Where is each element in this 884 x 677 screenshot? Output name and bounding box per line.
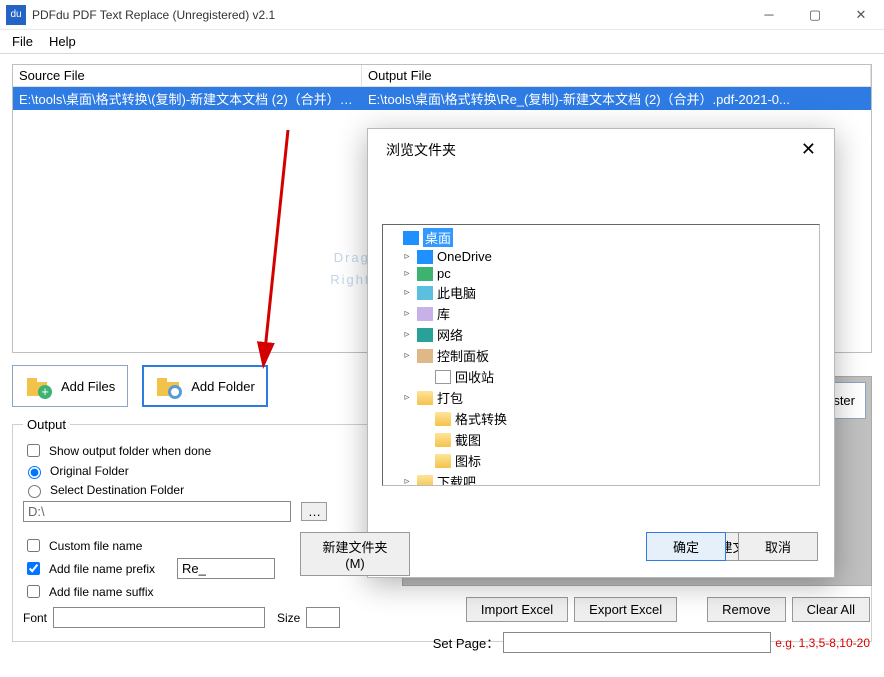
clear-all-button[interactable]: Clear All [792, 597, 870, 622]
import-excel-button[interactable]: Import Excel [466, 597, 568, 622]
add-prefix-checkbox[interactable] [27, 562, 40, 575]
custom-name-checkbox[interactable] [27, 539, 40, 552]
control-panel-icon [417, 349, 433, 363]
minimize-button[interactable]: ─ [746, 0, 792, 30]
select-destination-label: Select Destination Folder [50, 483, 184, 497]
add-prefix-label: Add file name prefix [49, 562, 171, 576]
table-row[interactable]: E:\tools\桌面\格式转换\(复制)-新建文本文档 (2)（合并）.pdf… [13, 87, 871, 110]
prefix-input[interactable] [177, 558, 275, 579]
size-input[interactable] [306, 607, 340, 628]
menu-file[interactable]: File [4, 32, 41, 51]
user-icon [417, 267, 433, 281]
font-input[interactable] [53, 607, 265, 628]
folder-icon [417, 391, 433, 405]
browse-folder-dialog: 浏览文件夹 ✕ 桌面 ▹OneDrive ▹pc ▹此电脑 ▹库 ▹网络 ▹控制… [367, 128, 835, 578]
menu-help[interactable]: Help [41, 32, 84, 51]
new-folder-button[interactable]: 新建文件夹(M) [300, 532, 410, 576]
show-output-folder-checkbox[interactable] [27, 444, 40, 457]
tree-node-folder[interactable]: ▹下载吧 [383, 471, 819, 486]
tree-node-control-panel[interactable]: ▹控制面板 [383, 345, 819, 366]
cancel-button[interactable]: 取消 [738, 532, 818, 561]
ok-button[interactable]: 确定 [646, 532, 726, 561]
close-button[interactable]: ✕ [838, 0, 884, 30]
desktop-icon [403, 231, 419, 245]
cell-source: E:\tools\桌面\格式转换\(复制)-新建文本文档 (2)（合并）.pdf… [13, 87, 362, 110]
folder-icon [435, 454, 451, 468]
destination-path-input[interactable] [23, 501, 291, 522]
folder-icon [435, 433, 451, 447]
original-folder-label: Original Folder [50, 464, 129, 478]
cell-output: E:\tools\桌面\格式转换\Re_(复制)-新建文本文档 (2)（合并）.… [362, 87, 871, 110]
tree-node-this-pc[interactable]: ▹此电脑 [383, 282, 819, 303]
add-files-label: Add Files [61, 379, 115, 394]
add-suffix-checkbox[interactable] [27, 585, 40, 598]
table-header: Source File Output File [13, 65, 871, 87]
add-files-icon: + [25, 372, 53, 400]
set-page-label: Set Page： [433, 633, 500, 652]
tree-node-folder[interactable]: 图标 [383, 450, 819, 471]
header-source-file[interactable]: Source File [13, 65, 362, 87]
tree-node-folder[interactable]: 格式转换 [383, 408, 819, 429]
browse-destination-button[interactable]: … [301, 502, 327, 521]
library-icon [417, 307, 433, 321]
network-icon [417, 328, 433, 342]
tree-node-libraries[interactable]: ▹库 [383, 303, 819, 324]
tree-node-folder[interactable]: ▹打包 [383, 387, 819, 408]
titlebar: du PDFdu PDF Text Replace (Unregistered)… [0, 0, 884, 30]
add-folder-button[interactable]: Add Folder [142, 365, 268, 407]
add-folder-icon [155, 372, 183, 400]
export-excel-button[interactable]: Export Excel [574, 597, 677, 622]
set-page-hint: e.g. 1,3,5-8,10-20 [775, 636, 870, 650]
add-files-button[interactable]: + Add Files [12, 365, 128, 407]
svg-text:+: + [41, 384, 49, 399]
size-label: Size [277, 611, 300, 625]
add-folder-label: Add Folder [191, 379, 255, 394]
window-title: PDFdu PDF Text Replace (Unregistered) v2… [32, 8, 746, 22]
original-folder-radio[interactable] [28, 466, 41, 479]
tree-node-pc-user[interactable]: ▹pc [383, 265, 819, 282]
maximize-button[interactable]: ▢ [792, 0, 838, 30]
header-output-file[interactable]: Output File [362, 65, 871, 87]
monitor-icon [417, 286, 433, 300]
folder-icon [435, 412, 451, 426]
add-suffix-label: Add file name suffix [49, 585, 171, 599]
folder-tree[interactable]: 桌面 ▹OneDrive ▹pc ▹此电脑 ▹库 ▹网络 ▹控制面板 回收站 ▹… [382, 224, 820, 486]
tree-node-network[interactable]: ▹网络 [383, 324, 819, 345]
tree-node-folder[interactable]: 截图 [383, 429, 819, 450]
tree-node-desktop[interactable]: 桌面 [383, 227, 819, 248]
show-output-folder-label: Show output folder when done [49, 444, 211, 458]
dialog-title: 浏览文件夹 [386, 140, 797, 160]
tree-node-recycle[interactable]: 回收站 [383, 366, 819, 387]
font-label: Font [23, 611, 47, 625]
folder-icon [417, 475, 433, 487]
output-legend: Output [23, 417, 70, 432]
app-logo-icon: du [6, 5, 26, 25]
select-destination-radio[interactable] [28, 485, 41, 498]
cloud-icon [417, 250, 433, 264]
dialog-close-button[interactable]: ✕ [797, 139, 820, 160]
remove-button[interactable]: Remove [707, 597, 785, 622]
set-page-input[interactable] [503, 632, 771, 653]
custom-name-label: Custom file name [49, 539, 142, 553]
tree-node-onedrive[interactable]: ▹OneDrive [383, 248, 819, 265]
menubar: File Help [0, 30, 884, 54]
recycle-bin-icon [435, 370, 451, 384]
